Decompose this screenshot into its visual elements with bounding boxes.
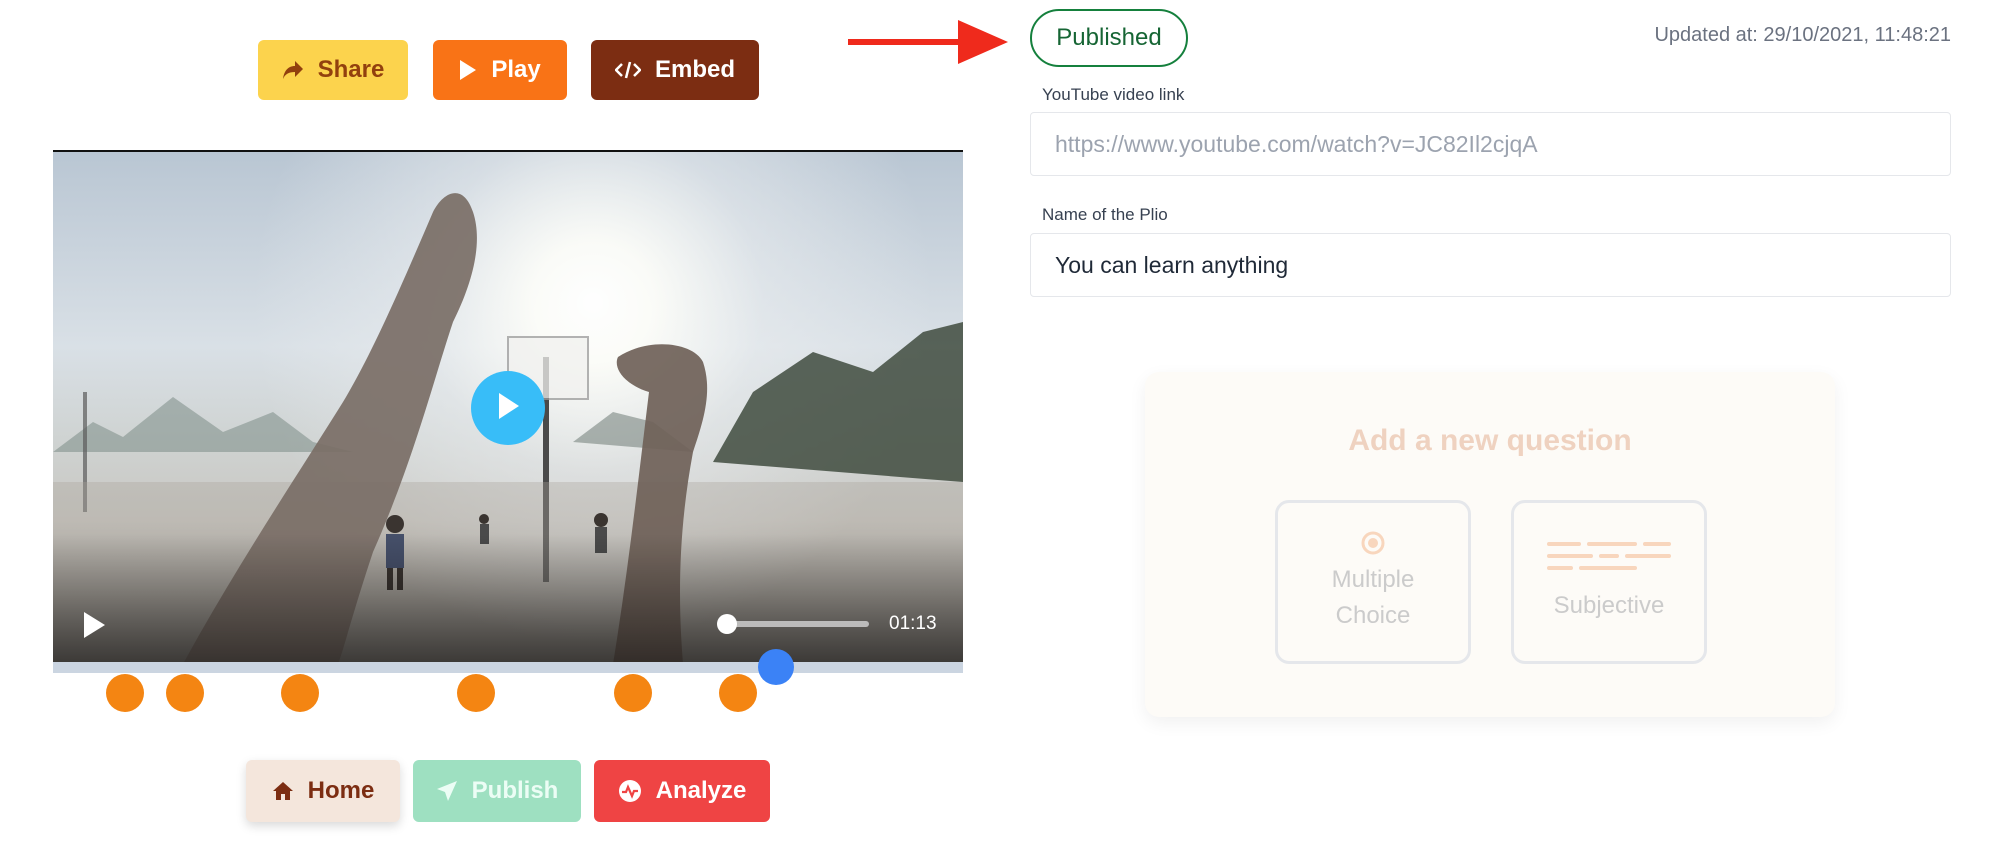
multiple-choice-option[interactable]: Multiple Choice: [1275, 500, 1471, 664]
home-icon: [272, 781, 294, 801]
video-controls-overlay: [53, 534, 963, 664]
share-button-label: Share: [317, 56, 385, 83]
multiple-choice-label-line1: Multiple: [1331, 566, 1415, 593]
question-marker[interactable]: [719, 674, 757, 712]
publish-button-label: Publish: [471, 777, 559, 804]
share-button[interactable]: Share: [258, 40, 408, 100]
volume-slider-track[interactable]: [719, 621, 869, 627]
radio-icon: [1361, 531, 1385, 555]
analyze-button-label: Analyze: [655, 777, 747, 804]
play-icon: [459, 59, 477, 81]
play-icon: [84, 612, 105, 638]
youtube-link-input[interactable]: https://www.youtube.com/watch?v=JC82Il2c…: [1030, 112, 1951, 176]
plio-name-input[interactable]: You can learn anything: [1030, 233, 1951, 297]
youtube-link-value: https://www.youtube.com/watch?v=JC82Il2c…: [1055, 130, 1538, 157]
home-button[interactable]: Home: [246, 760, 400, 822]
add-question-panel: Add a new question Multiple Choice Subje…: [1145, 372, 1835, 717]
question-marker[interactable]: [457, 674, 495, 712]
subjective-option[interactable]: Subjective: [1511, 500, 1707, 664]
plio-name-value: You can learn anything: [1055, 251, 1289, 278]
multiple-choice-label-line2: Choice: [1335, 602, 1411, 629]
question-marker[interactable]: [106, 674, 144, 712]
video-time-label: 01:13: [889, 613, 937, 634]
volume-slider-handle[interactable]: [717, 614, 737, 634]
video-control-play-button[interactable]: [81, 610, 107, 645]
share-arrow-icon: [282, 60, 304, 80]
updated-timestamp: Updated at: 29/10/2021, 11:48:21: [1654, 24, 1951, 46]
play-button[interactable]: Play: [433, 40, 567, 100]
add-question-title: Add a new question: [1348, 424, 1632, 457]
analyze-button[interactable]: Analyze: [594, 760, 770, 822]
youtube-link-label: YouTube video link: [1042, 85, 1185, 104]
publish-button[interactable]: Publish: [413, 760, 581, 822]
video-timeline[interactable]: [53, 662, 963, 673]
send-icon: [436, 780, 458, 802]
plio-name-label: Name of the Plio: [1042, 205, 1168, 224]
question-marker[interactable]: [166, 674, 204, 712]
published-status-badge[interactable]: Published: [1030, 9, 1188, 67]
video-big-play-button[interactable]: [471, 371, 545, 445]
code-icon: [614, 61, 641, 79]
question-marker[interactable]: [614, 674, 652, 712]
red-arrow-icon: [848, 20, 1008, 64]
play-button-label: Play: [491, 56, 541, 83]
text-lines-icon: [1547, 542, 1671, 570]
play-icon: [495, 391, 521, 426]
question-marker[interactable]: [281, 674, 319, 712]
embed-button-label: Embed: [654, 56, 735, 83]
timeline-playhead[interactable]: [758, 649, 794, 685]
video-player[interactable]: 01:13: [53, 150, 963, 664]
embed-button[interactable]: Embed: [591, 40, 759, 100]
subjective-label: Subjective: [1553, 592, 1665, 619]
home-button-label: Home: [307, 777, 375, 804]
activity-icon: [618, 779, 642, 803]
